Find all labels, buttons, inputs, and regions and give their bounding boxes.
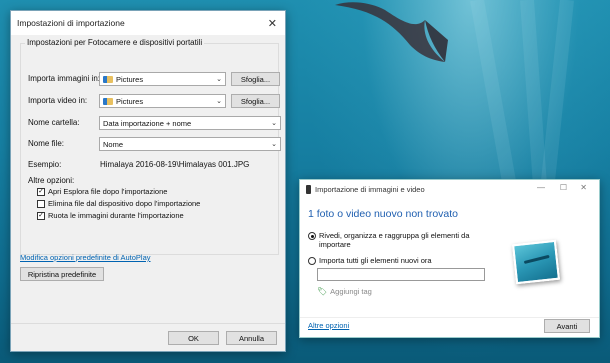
import-images-value: Pictures bbox=[116, 74, 144, 84]
chevron-down-icon: ⌄ bbox=[271, 120, 277, 127]
phone-icon bbox=[306, 184, 311, 194]
group-name-input[interactable] bbox=[317, 268, 485, 281]
folder-name-label: Nome cartella: bbox=[28, 118, 80, 127]
checkbox-label: Ruota le immagini durante l'importazione bbox=[48, 211, 184, 220]
chevron-down-icon: ⌄ bbox=[216, 98, 222, 105]
folder-name-value: Data importazione + nome bbox=[103, 118, 192, 128]
group-title: Impostazioni per Fotocamere e dispositiv… bbox=[25, 38, 205, 47]
folder-icon bbox=[103, 75, 113, 83]
close-icon[interactable]: ✕ bbox=[268, 17, 277, 30]
radio-empty-icon bbox=[308, 257, 316, 265]
checkbox-empty-icon bbox=[37, 199, 45, 208]
dialog-titlebar: Importazione di immagini e video bbox=[300, 180, 599, 198]
tag-icon: 🏷 bbox=[317, 287, 328, 296]
other-options-label: Altre opzioni: bbox=[28, 176, 75, 185]
rotate-images-checkbox[interactable]: ✓ Ruota le immagini durante l'importazio… bbox=[37, 211, 184, 220]
mermaid-tail-image bbox=[335, 2, 448, 63]
restore-defaults-button[interactable]: Ripristina predefinite bbox=[20, 267, 104, 281]
file-name-value: Nome bbox=[103, 139, 124, 149]
example-label: Esempio: bbox=[28, 160, 62, 169]
add-tags-row[interactable]: 🏷 Aggiungi tag bbox=[317, 287, 372, 296]
dialog-titlebar: Impostazioni di importazione bbox=[11, 11, 285, 35]
photo-thumbnail bbox=[512, 239, 560, 285]
status-heading: 1 foto o video nuovo non trovato bbox=[308, 208, 459, 220]
example-value: Himalaya 2016-08-19\Himalayas 001.JPG bbox=[100, 160, 250, 169]
radio-label: Rivedi, organizza e raggruppa gli elemen… bbox=[319, 231, 470, 249]
file-name-label: Nome file: bbox=[28, 139, 65, 148]
file-name-select[interactable]: Nome ⌄ bbox=[99, 137, 281, 151]
autoplay-defaults-link[interactable]: Modifica opzioni predefinite di AutoPlay bbox=[20, 253, 151, 262]
dialog-footer: Altre opzioni Avanti bbox=[300, 317, 599, 337]
open-explorer-checkbox[interactable]: ✓ Apri Esplora file dopo l'importazione bbox=[37, 187, 167, 196]
import-videos-label: Importa video in: bbox=[28, 96, 88, 105]
ok-button[interactable]: OK bbox=[168, 331, 219, 345]
browse-videos-button[interactable]: Sfoglia... bbox=[231, 94, 280, 108]
maximize-icon[interactable]: ☐ bbox=[560, 183, 567, 192]
add-tags-label: Aggiungi tag bbox=[330, 287, 372, 296]
close-icon[interactable]: ✕ bbox=[580, 183, 587, 192]
minimize-icon[interactable]: — bbox=[537, 183, 545, 192]
chevron-down-icon: ⌄ bbox=[216, 76, 222, 83]
radio-label: Importa tutti gli elementi nuovi ora bbox=[319, 256, 432, 265]
camera-settings-group: Impostazioni per Fotocamere e dispositiv… bbox=[20, 38, 281, 255]
autoplay-import-dialog: Importazione di immagini e video — ☐ ✕ 1… bbox=[299, 179, 600, 338]
folder-icon bbox=[103, 97, 113, 105]
checkbox-label: Elimina file dal dispositivo dopo l'impo… bbox=[48, 199, 201, 208]
checkbox-checked-icon: ✓ bbox=[37, 211, 45, 220]
review-option-radio[interactable]: Rivedi, organizza e raggruppa gli elemen… bbox=[308, 231, 483, 249]
cancel-button[interactable]: Annulla bbox=[226, 331, 277, 345]
import-images-label: Importa immagini in: bbox=[28, 74, 101, 83]
next-button[interactable]: Avanti bbox=[544, 319, 590, 333]
import-videos-select[interactable]: Pictures ⌄ bbox=[99, 94, 226, 108]
dialog-footer: OK Annulla bbox=[11, 323, 285, 351]
import-videos-value: Pictures bbox=[116, 96, 144, 106]
folder-name-select[interactable]: Data importazione + nome ⌄ bbox=[99, 116, 281, 130]
import-settings-dialog: Impostazioni di importazione ✕ Impostazi… bbox=[10, 10, 286, 352]
dialog-title: Importazione di immagini e video bbox=[315, 184, 425, 194]
radio-selected-icon bbox=[308, 232, 316, 240]
checkbox-label: Apri Esplora file dopo l'importazione bbox=[48, 187, 168, 196]
import-all-option-radio[interactable]: Importa tutti gli elementi nuovi ora bbox=[308, 256, 432, 265]
dialog-title: Impostazioni di importazione bbox=[17, 18, 125, 28]
browse-images-button[interactable]: Sfoglia... bbox=[231, 72, 280, 86]
checkbox-checked-icon: ✓ bbox=[37, 187, 45, 196]
import-images-select[interactable]: Pictures ⌄ bbox=[99, 72, 226, 86]
more-options-link[interactable]: Altre opzioni bbox=[308, 321, 349, 330]
delete-files-checkbox[interactable]: Elimina file dal dispositivo dopo l'impo… bbox=[37, 199, 200, 208]
chevron-down-icon: ⌄ bbox=[271, 141, 277, 148]
